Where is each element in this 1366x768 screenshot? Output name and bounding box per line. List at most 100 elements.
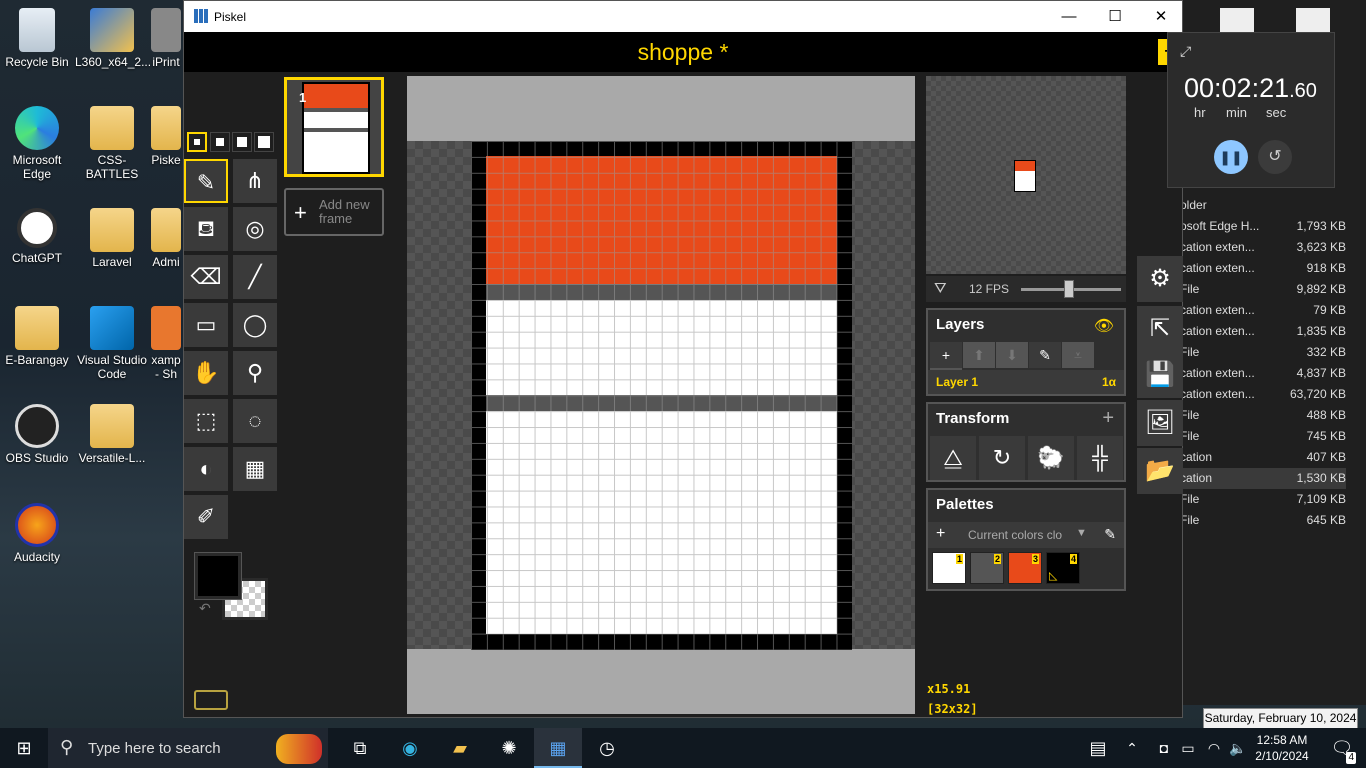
news-widget-icon[interactable]: ▤ xyxy=(1074,728,1122,768)
add-new-frame-button[interactable]: + Add new frame xyxy=(284,188,384,236)
file-list-row[interactable]: cation 1,530 KB xyxy=(1176,468,1346,489)
clone-sheep-button[interactable]: 🐑 xyxy=(1028,436,1074,480)
edit-palette-button[interactable]: ✎ xyxy=(1104,526,1116,543)
volume-icon[interactable]: 🔈 xyxy=(1226,728,1250,768)
rotate-button[interactable]: ↻ xyxy=(979,436,1025,480)
desktop-icon-audacity[interactable]: Audacity xyxy=(0,503,74,564)
paint-bucket-tool[interactable]: ⛾ xyxy=(184,207,228,251)
sprite-name[interactable]: shoppe * xyxy=(184,39,1182,66)
resize-icon[interactable]: ⇱ xyxy=(1137,306,1183,352)
file-list-row[interactable]: cation exten... 63,720 KB xyxy=(1176,384,1346,405)
pen-tool[interactable]: ✎ xyxy=(184,159,228,203)
palette-select[interactable]: Current colors clo xyxy=(968,528,1068,542)
desktop-icon-xampp[interactable]: xamp - Sh xyxy=(148,306,184,381)
desktop-icon-recycle-bin[interactable]: Recycle Bin xyxy=(0,8,74,69)
ellipse-tool[interactable]: ◯ xyxy=(233,303,277,347)
file-list-row[interactable]: cation exten... 1,835 KB xyxy=(1176,321,1346,342)
piskel-taskbar-icon[interactable]: ▦ xyxy=(534,728,582,768)
dithering-tool[interactable]: ▦ xyxy=(233,447,277,491)
color-picker-tool[interactable]: ✐ xyxy=(184,495,228,539)
move-layer-down-button[interactable]: ⬇ xyxy=(996,342,1028,368)
fps-slider[interactable] xyxy=(1021,280,1121,298)
maximize-button[interactable]: ☐ xyxy=(1092,1,1138,32)
center-align-button[interactable]: ╬ xyxy=(1077,436,1123,480)
title-bar[interactable]: Piskel — ☐ ✕ xyxy=(184,1,1182,32)
pixel-sprite[interactable] xyxy=(471,141,852,650)
file-list-row[interactable]: cation exten... 3,623 KB xyxy=(1176,237,1346,258)
desktop-icon-l360[interactable]: L360_x64_2... xyxy=(75,8,151,69)
notifications-icon[interactable]: 🗨 4 xyxy=(1318,728,1366,768)
export-image-icon[interactable]: 🖼 xyxy=(1137,400,1183,446)
start-windows-icon[interactable]: ⊞ xyxy=(0,728,48,768)
file-list-row[interactable]: cation exten... 4,837 KB xyxy=(1176,363,1346,384)
primary-color[interactable] xyxy=(194,552,242,600)
taskbar-search[interactable]: ⚲ Type here to search xyxy=(48,728,328,768)
desktop-icon-chatgpt[interactable]: ChatGPT xyxy=(0,208,74,265)
file-list-row[interactable]: File 645 KB xyxy=(1176,510,1346,531)
swap-colors-icon[interactable]: ↶ xyxy=(199,600,211,617)
rectangle-selection-tool[interactable]: ⬚ xyxy=(184,399,228,443)
wifi-icon[interactable]: ◠ xyxy=(1202,728,1226,768)
move-layer-up-button[interactable]: ⬆ xyxy=(963,342,995,368)
lasso-selection-tool[interactable]: ◌ xyxy=(233,399,277,443)
desktop-icon-piskel[interactable]: Piske xyxy=(148,106,184,167)
eraser-tool[interactable]: ⌫ xyxy=(184,255,228,299)
file-list-row[interactable]: File 9,892 KB xyxy=(1176,279,1346,300)
file-list-row[interactable]: older xyxy=(1176,195,1346,216)
pause-button[interactable]: ❚❚ xyxy=(1214,140,1248,174)
file-list-row[interactable]: cation exten... 918 KB xyxy=(1176,258,1346,279)
merge-layer-button[interactable]: ⩡ xyxy=(1062,342,1094,368)
move-tool[interactable]: ✋ xyxy=(184,351,228,395)
expand-transform-icon[interactable]: + xyxy=(1102,407,1114,430)
desktop-icon-edge[interactable]: Microsoft Edge xyxy=(0,106,74,181)
open-folder-icon[interactable]: 📂 xyxy=(1137,448,1183,494)
chevron-down-icon[interactable]: ▼ xyxy=(1076,527,1087,539)
minimize-button[interactable]: — xyxy=(1046,1,1092,32)
clock-app-taskbar-icon[interactable]: ◷ xyxy=(583,728,631,768)
desktop-icon-admin[interactable]: Admi xyxy=(148,208,184,269)
desktop-icon-iprint[interactable]: iPrint xyxy=(148,8,184,69)
onion-skin-icon[interactable]: ⛛ xyxy=(934,280,947,297)
file-explorer-icon[interactable]: ▰ xyxy=(436,728,484,768)
frame-tile-1[interactable]: 1 xyxy=(284,77,384,177)
desktop-icon-vscode[interactable]: Visual Studio Code xyxy=(75,306,149,381)
chatgpt-taskbar-icon[interactable]: ✺ xyxy=(485,728,533,768)
file-list-row[interactable]: File 488 KB xyxy=(1176,405,1346,426)
expand-icon[interactable]: ⤢ xyxy=(1180,43,1191,60)
show-hidden-icons-chevron-icon[interactable]: ⌃ xyxy=(1120,728,1144,768)
desktop-icon-versatile[interactable]: Versatile-L... xyxy=(75,404,149,465)
taskbar-clock[interactable]: 12:58 AM 2/10/2024 xyxy=(1250,732,1314,764)
file-list-row[interactable]: cation 407 KB xyxy=(1176,447,1346,468)
reset-button[interactable]: ↺ xyxy=(1258,140,1292,174)
eye-icon[interactable]: 👁 xyxy=(1094,316,1114,336)
vertical-mirror-pen-tool[interactable]: ⋔ xyxy=(233,159,277,203)
palette-swatch-4[interactable]: 4 ◺ xyxy=(1046,552,1080,584)
desktop-icon-css-battles[interactable]: CSS-BATTLES xyxy=(75,106,149,181)
shape-selection-tool[interactable]: ⚲ xyxy=(233,351,277,395)
keyboard-shortcuts-icon[interactable] xyxy=(194,690,228,710)
add-layer-button[interactable]: + xyxy=(930,342,962,368)
add-palette-button[interactable]: + xyxy=(936,525,945,543)
file-list-row[interactable]: osoft Edge H... 1,793 KB xyxy=(1176,216,1346,237)
edit-layer-button[interactable]: ✎ xyxy=(1029,342,1061,368)
save-icon[interactable]: 💾 xyxy=(1137,352,1183,398)
palette-swatch-3[interactable]: 3 xyxy=(1008,552,1042,584)
desktop-icon-laravel[interactable]: Laravel xyxy=(75,208,149,269)
file-list-row[interactable]: File 332 KB xyxy=(1176,342,1346,363)
file-list-row[interactable]: cation exten... 79 KB xyxy=(1176,300,1346,321)
pen-size-4[interactable] xyxy=(254,132,274,152)
desktop-icon-e-barangay[interactable]: E-Barangay xyxy=(0,306,74,367)
palette-swatch-2[interactable]: 2 xyxy=(970,552,1004,584)
paint-all-same-color-tool[interactable]: ◎ xyxy=(233,207,277,251)
file-list-row[interactable]: File 7,109 KB xyxy=(1176,489,1346,510)
file-list-row[interactable]: File 745 KB xyxy=(1176,426,1346,447)
settings-gear-icon[interactable]: ⚙ xyxy=(1137,256,1183,302)
rectangle-tool[interactable]: ▭ xyxy=(184,303,228,347)
close-button[interactable]: ✕ xyxy=(1138,1,1184,32)
flip-button[interactable]: ⧋ xyxy=(930,436,976,480)
fps-slider-thumb[interactable] xyxy=(1064,280,1075,298)
lighten-tool[interactable]: ◐ xyxy=(184,447,228,491)
layer-item[interactable]: Layer 1 1α xyxy=(928,370,1124,394)
palette-swatch-1[interactable]: 1 xyxy=(932,552,966,584)
pen-size-1[interactable] xyxy=(187,132,207,152)
